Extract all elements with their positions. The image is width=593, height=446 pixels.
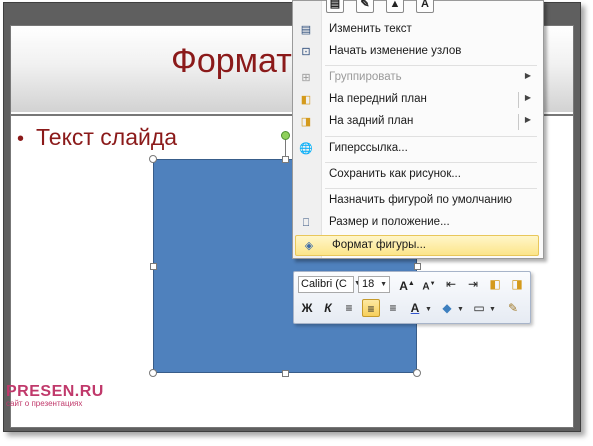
size-dropdown-arrow-icon[interactable]: ▼ <box>380 277 387 292</box>
shape-fill-dropdown-icon[interactable]: ▼ <box>457 306 464 313</box>
menu-item-edit-text[interactable]: ▤ Изменить текст <box>293 20 541 41</box>
bullet-label: Текст слайда <box>36 124 178 150</box>
send-to-back-icon: ◨ <box>300 116 312 128</box>
menu-item-send-to-back[interactable]: ◨ На задний план ▶ <box>293 112 541 133</box>
group-icon: ⊞ <box>301 72 311 84</box>
send-backward-icon[interactable]: ◨ <box>508 275 526 293</box>
edit-text-icon: ▤ <box>300 24 312 36</box>
picture-fill-icon[interactable]: ▲ <box>386 0 404 13</box>
size-position-icon: ⎕ <box>302 217 310 229</box>
font-size-value: 18 <box>362 278 375 290</box>
font-size-combo[interactable]: 18 ▼ <box>358 276 390 293</box>
shape-outline-dropdown-icon[interactable]: ▼ <box>489 306 496 313</box>
menu-item-save-as-picture[interactable]: Сохранить как рисунок... <box>293 165 541 186</box>
submenu-arrow-icon[interactable]: ▶ <box>525 115 531 124</box>
bring-to-front-icon: ◧ <box>300 94 312 106</box>
bullet-dot-icon: • <box>17 128 25 150</box>
rotate-handle[interactable] <box>281 131 290 140</box>
text-style-icon[interactable]: A <box>416 0 434 13</box>
menu-item-group[interactable]: ⊞ Группировать ▶ <box>293 68 541 89</box>
mini-toolbar: Calibri (C ▼ 18 ▼ A▲ A▼ ⇤ ⇥ ◧ ◨ Ж К ≡ ≡ … <box>293 271 531 324</box>
resize-handle-top-left[interactable] <box>149 155 157 163</box>
format-painter-icon[interactable]: ✎ <box>504 299 522 317</box>
submenu-arrow-icon: ▶ <box>524 71 531 80</box>
menu-item-format-shape[interactable]: ◈ Формат фигуры... <box>295 235 539 256</box>
menu-item-bring-to-front[interactable]: ◧ На передний план ▶ <box>293 90 541 111</box>
slide-title[interactable]: Формат <box>171 42 292 81</box>
menu-item-edit-points[interactable]: ⊡ Начать изменение узлов <box>293 42 541 63</box>
resize-handle-bottom-left[interactable] <box>149 369 157 377</box>
submenu-arrow-icon[interactable]: ▶ <box>525 93 531 102</box>
font-color-icon[interactable]: A <box>406 299 424 317</box>
menu-separator <box>325 136 537 137</box>
text-box-icon[interactable]: ▤ <box>326 0 344 13</box>
shape-fill-icon[interactable]: ◆ <box>438 299 456 317</box>
align-center-icon[interactable]: ≡ <box>362 299 380 317</box>
grow-font-icon[interactable]: A▲ <box>398 275 416 293</box>
align-right-icon[interactable]: ≡ <box>384 299 402 317</box>
split-divider <box>518 114 519 130</box>
shape-style-icon[interactable]: ✎ <box>356 0 374 13</box>
menu-item-set-default-shape[interactable]: Назначить фигурой по умолчанию <box>293 191 541 212</box>
font-color-dropdown-icon[interactable]: ▼ <box>425 306 432 313</box>
bold-button[interactable]: Ж <box>298 299 316 317</box>
resize-handle-top[interactable] <box>282 156 289 163</box>
hyperlink-icon: 🌐 <box>299 143 313 155</box>
format-shape-icon: ◈ <box>304 240 314 252</box>
resize-handle-left[interactable] <box>150 263 157 270</box>
resize-handle-right[interactable] <box>414 263 421 270</box>
context-menu: ▤ ✎ ▲ A ▤ Изменить текст ⊡ Начать измене… <box>292 0 544 259</box>
resize-handle-bottom-right[interactable] <box>413 369 421 377</box>
bring-forward-icon[interactable]: ◧ <box>486 275 504 293</box>
increase-indent-icon[interactable]: ⇥ <box>464 275 482 293</box>
screen: Формат • Текст слайда PRESEN.RU сайт о пр… <box>0 0 593 446</box>
font-name-value: Calibri (C <box>301 278 347 290</box>
shrink-font-icon[interactable]: A▼ <box>420 275 438 293</box>
menu-item-hyperlink[interactable]: 🌐 Гиперссылка... <box>293 139 541 160</box>
menu-separator <box>325 162 537 163</box>
resize-handle-bottom[interactable] <box>282 370 289 377</box>
italic-button[interactable]: К <box>319 299 337 317</box>
menu-separator <box>325 188 537 189</box>
decrease-indent-icon[interactable]: ⇤ <box>442 275 460 293</box>
watermark-logo: PRESEN.RU сайт о презентациях <box>6 383 104 408</box>
edit-points-icon: ⊡ <box>301 46 311 58</box>
menu-item-size-position[interactable]: ⎕ Размер и положение... <box>293 213 541 234</box>
align-left-icon[interactable]: ≡ <box>340 299 358 317</box>
split-divider <box>518 92 519 108</box>
bullet-text[interactable]: • Текст слайда <box>17 124 177 151</box>
shape-outline-icon[interactable]: ▭ <box>470 299 488 317</box>
menu-separator <box>325 65 537 66</box>
font-name-combo[interactable]: Calibri (C <box>298 276 354 293</box>
